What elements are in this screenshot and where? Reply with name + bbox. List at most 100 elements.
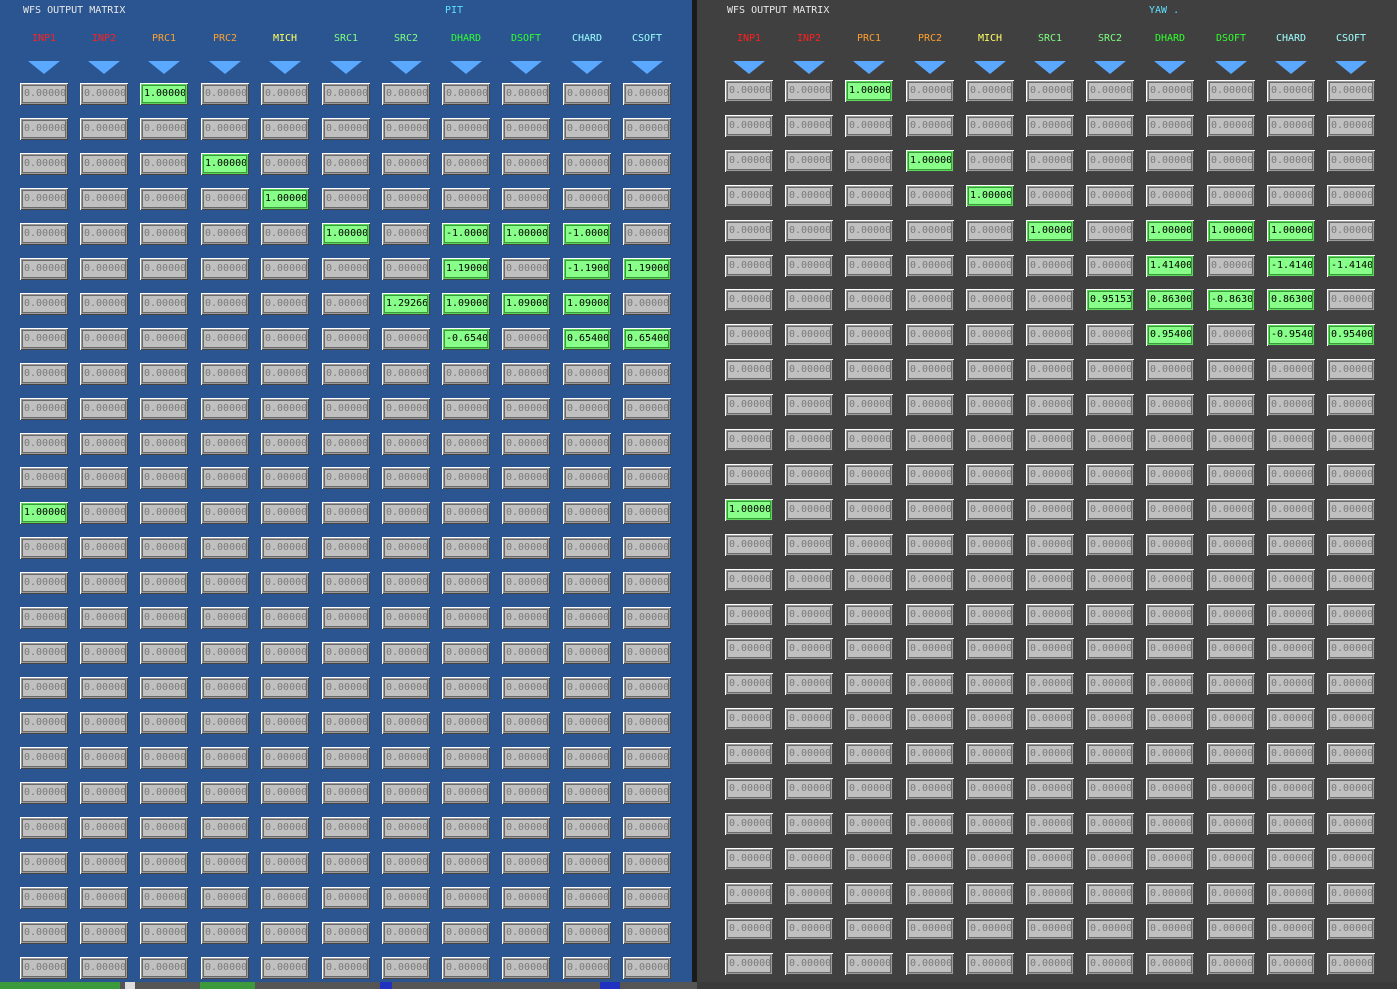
- matrix-value[interactable]: 0.00000: [444, 400, 488, 418]
- matrix-value[interactable]: 0.00000: [847, 501, 891, 519]
- matrix-value[interactable]: 0.00000: [263, 749, 307, 767]
- matrix-cell[interactable]: 0.00000: [845, 813, 893, 835]
- matrix-value[interactable]: 0.00000: [1148, 675, 1192, 693]
- matrix-cell[interactable]: 0.00000: [442, 607, 490, 629]
- matrix-value[interactable]: 0.00000: [82, 784, 126, 802]
- matrix-value[interactable]: 0.00000: [625, 469, 669, 487]
- matrix-cell[interactable]: 0.00000: [785, 289, 833, 311]
- matrix-cell[interactable]: 0.00000: [1327, 743, 1375, 765]
- matrix-value[interactable]: 0.00000: [1329, 536, 1373, 554]
- matrix-value[interactable]: 0.00000: [1329, 571, 1373, 589]
- matrix-value[interactable]: 0.00000: [324, 574, 368, 592]
- matrix-cell[interactable]: 0.00000: [1327, 185, 1375, 207]
- matrix-cell[interactable]: 0.00000: [502, 502, 550, 524]
- matrix-cell[interactable]: 0.00000: [1146, 708, 1194, 730]
- matrix-cell[interactable]: 0.00000: [1026, 499, 1074, 521]
- matrix-value[interactable]: 0.00000: [565, 574, 609, 592]
- matrix-value[interactable]: 0.00000: [565, 85, 609, 103]
- matrix-value[interactable]: 0.00000: [324, 749, 368, 767]
- matrix-value[interactable]: 0.00000: [203, 539, 247, 557]
- matrix-cell[interactable]: 0.00000: [725, 150, 773, 172]
- matrix-value[interactable]: 0.00000: [384, 260, 428, 278]
- matrix-cell[interactable]: 0.00000: [140, 223, 188, 245]
- matrix-value[interactable]: 0.00000: [444, 819, 488, 837]
- matrix-cell[interactable]: 0.00000: [845, 918, 893, 940]
- matrix-value[interactable]: 0.00000: [787, 431, 831, 449]
- matrix-value[interactable]: 1.19000: [444, 260, 488, 278]
- matrix-cell[interactable]: 0.00000: [1146, 743, 1194, 765]
- matrix-value[interactable]: 0.00000: [203, 400, 247, 418]
- matrix-cell[interactable]: 0.00000: [1207, 534, 1255, 556]
- matrix-value[interactable]: 0.00000: [847, 431, 891, 449]
- matrix-value[interactable]: 0.00000: [384, 959, 428, 977]
- matrix-cell[interactable]: 0.00000: [80, 328, 128, 350]
- matrix-value[interactable]: 0.00000: [324, 959, 368, 977]
- matrix-value[interactable]: 0.00000: [727, 571, 771, 589]
- matrix-value[interactable]: 0.00000: [1209, 152, 1253, 170]
- matrix-cell[interactable]: 0.00000: [261, 223, 309, 245]
- matrix-value[interactable]: 0.00000: [787, 815, 831, 833]
- matrix-cell[interactable]: 0.00000: [1026, 673, 1074, 695]
- matrix-cell[interactable]: 0.00000: [1207, 569, 1255, 591]
- matrix-value[interactable]: 0.00000: [727, 82, 771, 100]
- matrix-cell[interactable]: 0.00000: [785, 429, 833, 451]
- matrix-cell[interactable]: 0.00000: [725, 394, 773, 416]
- matrix-cell[interactable]: 0.00000: [20, 398, 68, 420]
- matrix-value[interactable]: 0.00000: [727, 257, 771, 275]
- matrix-value[interactable]: 0.00000: [444, 85, 488, 103]
- matrix-value[interactable]: 0.00000: [625, 539, 669, 557]
- matrix-value[interactable]: 0.00000: [384, 889, 428, 907]
- matrix-cell[interactable]: 0.00000: [80, 922, 128, 944]
- matrix-cell[interactable]: 0.00000: [563, 83, 611, 105]
- matrix-cell[interactable]: 0.00000: [1026, 569, 1074, 591]
- matrix-cell[interactable]: 0.00000: [201, 328, 249, 350]
- matrix-cell[interactable]: 0.00000: [20, 537, 68, 559]
- matrix-value[interactable]: 0.00000: [625, 924, 669, 942]
- matrix-value[interactable]: 0.00000: [1148, 536, 1192, 554]
- matrix-value[interactable]: 0.00000: [565, 784, 609, 802]
- matrix-value[interactable]: 0.00000: [324, 679, 368, 697]
- matrix-value[interactable]: 0.00000: [968, 850, 1012, 868]
- matrix-value[interactable]: 0.00000: [968, 955, 1012, 973]
- matrix-value[interactable]: 0.00000: [625, 85, 669, 103]
- matrix-cell[interactable]: 0.00000: [20, 293, 68, 315]
- matrix-value[interactable]: 0.00000: [1088, 815, 1132, 833]
- matrix-cell[interactable]: 1.00000: [1207, 220, 1255, 242]
- matrix-value[interactable]: 0.00000: [968, 291, 1012, 309]
- matrix-cell[interactable]: 0.00000: [140, 817, 188, 839]
- matrix-value[interactable]: 0.00000: [142, 330, 186, 348]
- matrix-cell[interactable]: 0.00000: [382, 642, 430, 664]
- matrix-cell[interactable]: 0.00000: [1026, 778, 1074, 800]
- matrix-cell[interactable]: 0.00000: [966, 638, 1014, 660]
- matrix-cell[interactable]: 1.00000: [1146, 220, 1194, 242]
- matrix-cell[interactable]: 0.00000: [261, 328, 309, 350]
- matrix-cell[interactable]: 0.00000: [1026, 813, 1074, 835]
- matrix-cell[interactable]: 0.00000: [322, 677, 370, 699]
- matrix-cell[interactable]: 0.00000: [1207, 848, 1255, 870]
- matrix-cell[interactable]: 0.00000: [20, 712, 68, 734]
- matrix-value[interactable]: 0.00000: [384, 714, 428, 732]
- matrix-cell[interactable]: 0.00000: [906, 115, 954, 137]
- matrix-cell[interactable]: 0.00000: [1327, 115, 1375, 137]
- matrix-value[interactable]: 0.00000: [1329, 152, 1373, 170]
- matrix-cell[interactable]: 0.95400: [1327, 324, 1375, 346]
- matrix-value[interactable]: 0.00000: [1028, 82, 1072, 100]
- matrix-cell[interactable]: 0.00000: [1327, 80, 1375, 102]
- matrix-cell[interactable]: 0.86300: [1146, 289, 1194, 311]
- matrix-value[interactable]: 0.00000: [727, 396, 771, 414]
- matrix-value[interactable]: 0.00000: [908, 82, 952, 100]
- matrix-cell[interactable]: 0.00000: [785, 813, 833, 835]
- matrix-cell[interactable]: 0.00000: [1327, 499, 1375, 521]
- matrix-cell[interactable]: 0.00000: [442, 363, 490, 385]
- matrix-value[interactable]: 0.00000: [625, 679, 669, 697]
- matrix-value[interactable]: 0.00000: [82, 435, 126, 453]
- matrix-value[interactable]: 0.00000: [1148, 640, 1192, 658]
- matrix-value[interactable]: 0.00000: [968, 536, 1012, 554]
- matrix-value[interactable]: 0.00000: [203, 889, 247, 907]
- matrix-cell[interactable]: 0.00000: [966, 708, 1014, 730]
- matrix-cell[interactable]: 0.00000: [785, 953, 833, 975]
- matrix-value[interactable]: 0.00000: [1028, 117, 1072, 135]
- matrix-value[interactable]: 0.00000: [908, 466, 952, 484]
- matrix-cell[interactable]: 0.00000: [20, 118, 68, 140]
- matrix-value[interactable]: 0.00000: [82, 225, 126, 243]
